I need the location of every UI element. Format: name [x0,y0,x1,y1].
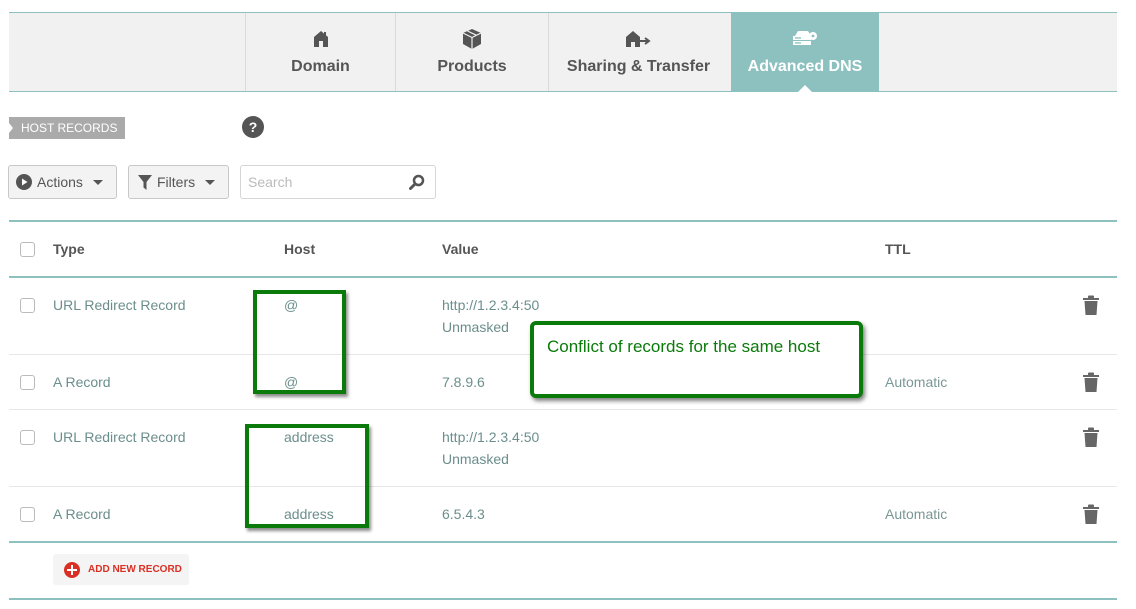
record-value: 7.8.9.6 [442,374,485,390]
tab-sharing-transfer[interactable]: Sharing & Transfer [548,13,728,91]
tab-products[interactable]: Products [395,13,548,91]
search-icon[interactable] [409,174,425,195]
row-divider [9,409,1117,410]
row-checkbox[interactable] [20,375,35,390]
record-value: http://1.2.3.4:50 [442,297,540,313]
column-header-ttl: TTL [885,241,911,257]
add-new-record-button[interactable]: ADD NEW RECORD [53,554,189,585]
tab-advanced-dns[interactable]: Advanced DNS [731,13,879,92]
search-box [240,165,436,199]
header-border [9,276,1117,278]
row-checkbox[interactable] [20,430,35,445]
house-transfer-icon [625,28,652,50]
dns-server-icon [792,28,818,50]
trash-icon[interactable] [1083,504,1099,529]
column-header-host: Host [284,241,316,257]
trash-icon[interactable] [1083,295,1099,320]
host-records-label: HOST RECORDS [9,117,126,139]
column-header-type: Type [53,241,85,257]
trash-icon[interactable] [1083,427,1099,452]
home-icon [313,28,329,50]
footer-border [9,598,1117,600]
annotation-text: Conflict of records for the same host [547,337,821,356]
record-value: 6.5.4.3 [442,506,485,522]
record-ttl: Automatic [885,374,948,390]
record-value-sub: Unmasked [442,319,509,335]
annotation-callout: Conflict of records for the same host [530,321,863,398]
box-icon [462,28,482,50]
record-ttl: Automatic [885,506,948,522]
record-type: A Record [53,506,111,522]
actions-button[interactable]: Actions [8,165,117,199]
row-checkbox[interactable] [20,298,35,313]
filters-button[interactable]: Filters [128,165,229,199]
help-icon[interactable]: ? [242,116,264,138]
record-value-sub: Unmasked [442,451,509,467]
play-circle-icon [16,174,32,190]
trash-icon[interactable] [1083,372,1099,397]
record-type: URL Redirect Record [53,429,186,445]
row-checkbox[interactable] [20,507,35,522]
search-input[interactable] [248,174,398,190]
column-header-value: Value [442,241,479,257]
tab-domain[interactable]: Domain [245,13,395,91]
chevron-down-icon [205,179,216,185]
table-bottom-border [9,541,1117,543]
select-all-checkbox[interactable] [20,242,35,257]
highlight-box-at-host [253,290,346,394]
plus-circle-icon [64,561,80,578]
row-divider [9,486,1117,487]
record-type: URL Redirect Record [53,297,186,313]
chevron-down-icon [92,179,103,185]
highlight-box-address-host [245,424,369,528]
record-value: http://1.2.3.4:50 [442,429,540,445]
record-type: A Record [53,374,111,390]
tab-bar: Domain Products Sharing & Transfer Advan… [9,12,1117,92]
filter-icon [138,174,152,190]
table-top-border [9,220,1117,222]
